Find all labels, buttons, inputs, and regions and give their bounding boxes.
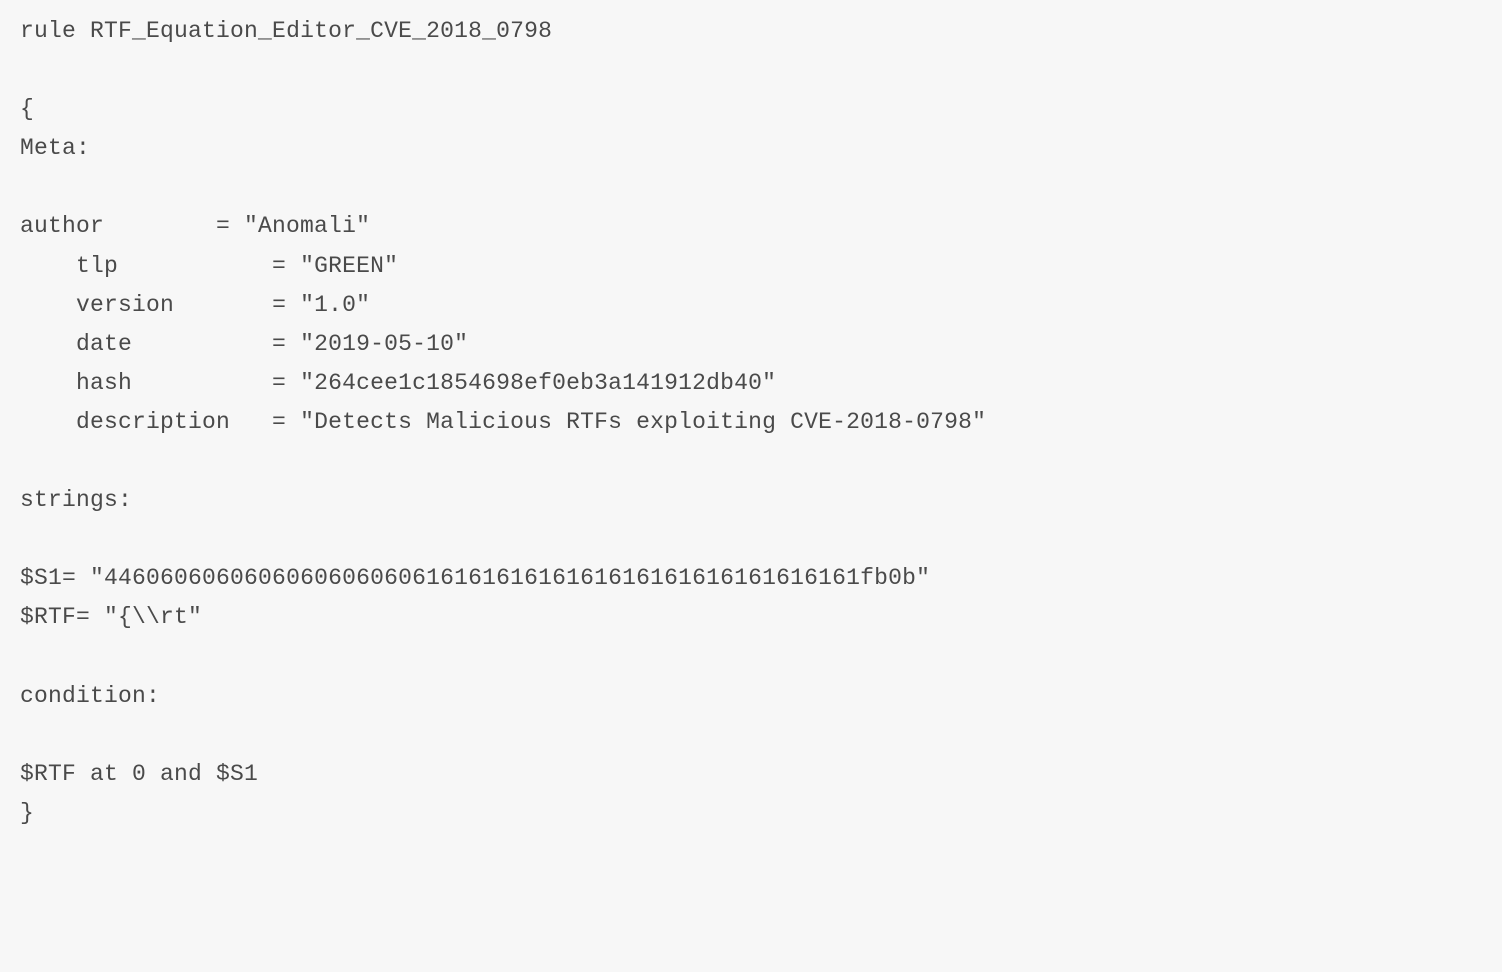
meta-section-label: Meta: xyxy=(20,135,90,161)
meta-tlp-value: "GREEN" xyxy=(300,253,398,279)
string-s1-value: "446060606060606060606061616161616161616… xyxy=(90,565,930,591)
meta-hash-value: "264cee1c1854698ef0eb3a141912db40" xyxy=(300,370,776,396)
meta-tlp-key: tlp xyxy=(76,253,118,279)
rule-name: RTF_Equation_Editor_CVE_2018_0798 xyxy=(90,18,552,44)
string-rtf-value: "{\\rt" xyxy=(104,604,202,630)
meta-author-key: author xyxy=(20,213,104,239)
string-s1-lhs: $S1= xyxy=(20,565,76,591)
meta-description-value: "Detects Malicious RTFs exploiting CVE-2… xyxy=(300,409,986,435)
meta-description-key: description xyxy=(76,409,230,435)
string-rtf-lhs: $RTF= xyxy=(20,604,90,630)
yara-rule-code-block: rule RTF_Equation_Editor_CVE_2018_0798 {… xyxy=(0,0,1502,853)
close-brace: } xyxy=(20,800,34,826)
rule-keyword: rule xyxy=(20,18,76,44)
meta-version-value: "1.0" xyxy=(300,292,370,318)
open-brace: { xyxy=(20,96,34,122)
strings-section-label: strings: xyxy=(20,487,132,513)
condition-section-label: condition: xyxy=(20,683,160,709)
meta-author-value: "Anomali" xyxy=(244,213,370,239)
meta-hash-key: hash xyxy=(76,370,132,396)
condition-expression: $RTF at 0 and $S1 xyxy=(20,761,258,787)
meta-date-value: "2019-05-10" xyxy=(300,331,468,357)
meta-version-key: version xyxy=(76,292,174,318)
meta-date-key: date xyxy=(76,331,132,357)
